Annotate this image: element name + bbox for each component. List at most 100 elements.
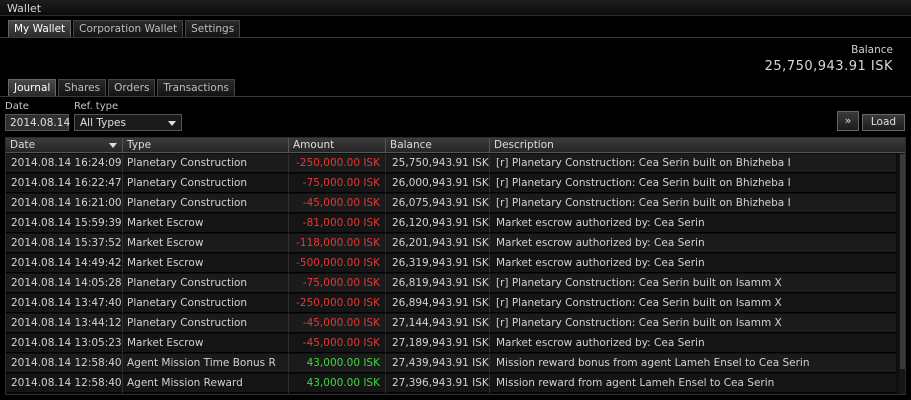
cell-amount: -81,000.00 ISK: [302, 217, 380, 229]
cell-description: [r] Planetary Construction: Cea Serin bu…: [496, 317, 782, 329]
tab-orders[interactable]: Orders: [108, 79, 156, 96]
cell-date: 2014.08.14 15:59:39: [11, 217, 122, 229]
column-separator: [385, 274, 386, 293]
ref-type-label: Ref. type: [74, 101, 119, 112]
cell-type: Planetary Construction: [127, 157, 248, 169]
column-separator: [385, 214, 386, 233]
cell-amount: -75,000.00 ISK: [302, 177, 380, 189]
cell-date: 2014.08.14 12:58:40: [11, 377, 122, 389]
column-separator: [122, 154, 123, 173]
table-row[interactable]: 2014.08.14 15:59:39 Market Escrow -81,000.…: [6, 214, 896, 233]
column-separator: [385, 334, 386, 353]
cell-description: [r] Planetary Construction: Cea Serin bu…: [496, 177, 791, 189]
table-row[interactable]: 2014.08.14 16:22:47 Planetary Constructio…: [6, 174, 896, 193]
column-separator: [385, 194, 386, 213]
table-row[interactable]: 2014.08.14 16:24:09 Planetary Constructio…: [6, 154, 896, 173]
sort-down-icon: [109, 143, 117, 148]
tab-my-wallet[interactable]: My Wallet: [8, 20, 72, 37]
cell-type: Planetary Construction: [127, 277, 248, 289]
tab-journal[interactable]: Journal: [8, 79, 57, 96]
date-field[interactable]: 2014.08.14: [5, 114, 70, 131]
cell-type: Market Escrow: [127, 237, 204, 249]
column-separator: [288, 194, 289, 213]
column-separator: [489, 214, 490, 233]
column-header-balance[interactable]: Balance: [385, 138, 489, 153]
cell-amount: -45,000.00 ISK: [302, 337, 380, 349]
column-separator: [489, 154, 490, 173]
load-button[interactable]: Load: [862, 114, 905, 131]
cell-balance: 25,750,943.91 ISK: [392, 157, 489, 169]
cell-balance: 26,000,943.91 ISK: [392, 177, 489, 189]
table-row[interactable]: 2014.08.14 14:05:28 Planetary Constructio…: [6, 274, 896, 293]
table-row[interactable]: 2014.08.14 12:58:40 Agent Mission Reward 4…: [6, 374, 896, 393]
cell-amount: -118,000.00 ISK: [296, 237, 380, 249]
cell-amount: -75,000.00 ISK: [302, 277, 380, 289]
table-row[interactable]: 2014.08.14 12:58:40 Agent Mission Time Bo…: [6, 354, 896, 373]
column-separator: [288, 354, 289, 373]
cell-date: 2014.08.14 15:37:52: [11, 237, 122, 249]
journal-tabs: Journal Shares Orders Transactions: [8, 79, 235, 96]
column-separator: [122, 294, 123, 313]
table-row[interactable]: 2014.08.14 16:21:00 Planetary Constructio…: [6, 194, 896, 213]
column-separator: [288, 254, 289, 273]
cell-balance: 27,396,943.91 ISK: [392, 377, 489, 389]
column-separator: [385, 314, 386, 333]
tab-corporation-wallet[interactable]: Corporation Wallet: [73, 20, 184, 37]
cell-type: Market Escrow: [127, 257, 204, 269]
cell-balance: 26,120,943.91 ISK: [392, 217, 489, 229]
scrollbar-thumb[interactable]: [900, 154, 905, 369]
column-header-amount[interactable]: Amount: [288, 138, 385, 153]
column-separator: [385, 294, 386, 313]
column-separator: [489, 254, 490, 273]
cell-date: 2014.08.14 13:44:12: [11, 317, 122, 329]
column-separator: [489, 374, 490, 393]
cell-amount: 43,000.00 ISK: [306, 377, 380, 389]
tab-divider: [0, 37, 911, 38]
column-separator: [385, 374, 386, 393]
cell-description: Market escrow authorized by: Cea Serin: [496, 257, 705, 269]
cell-balance: 26,319,943.91 ISK: [392, 257, 489, 269]
cell-date: 2014.08.14 12:58:40: [11, 357, 122, 369]
column-separator: [122, 334, 123, 353]
column-separator: [489, 354, 490, 373]
cell-balance: 26,894,943.91 ISK: [392, 297, 489, 309]
cell-description: Market escrow authorized by: Cea Serin: [496, 237, 705, 249]
column-separator: [489, 294, 490, 313]
date-filter-label: Date: [5, 101, 29, 112]
table-row[interactable]: 2014.08.14 13:05:23 Market Escrow -45,000.…: [6, 334, 896, 353]
column-separator: [288, 174, 289, 193]
cell-date: 2014.08.14 16:22:47: [11, 177, 122, 189]
cell-date: 2014.08.14 16:21:00: [11, 197, 122, 209]
cell-type: Market Escrow: [127, 217, 204, 229]
column-separator: [385, 174, 386, 193]
column-separator: [288, 214, 289, 233]
table-row[interactable]: 2014.08.14 14:49:42 Market Escrow -500,000…: [6, 254, 896, 273]
cell-amount: -45,000.00 ISK: [302, 197, 380, 209]
column-separator: [489, 174, 490, 193]
chevron-down-icon: [168, 121, 176, 126]
journal-table: Date Type Amount Balance Description 201…: [5, 137, 906, 395]
column-separator: [122, 354, 123, 373]
tab-shares[interactable]: Shares: [58, 79, 107, 96]
ref-type-select[interactable]: All Types: [74, 114, 182, 131]
cell-description: Market escrow authorized by: Cea Serin: [496, 217, 705, 229]
forward-button[interactable]: »: [837, 111, 859, 131]
column-header-description[interactable]: Description: [489, 138, 905, 153]
table-row[interactable]: 2014.08.14 13:44:12 Planetary Constructio…: [6, 314, 896, 333]
column-separator: [288, 374, 289, 393]
table-row[interactable]: 2014.08.14 15:37:52 Market Escrow -118,000…: [6, 234, 896, 253]
cell-description: [r] Planetary Construction: Cea Serin bu…: [496, 277, 782, 289]
column-separator: [122, 274, 123, 293]
column-header-type[interactable]: Type: [122, 138, 288, 153]
balance-block: Balance 25,750,943.91 ISK: [765, 44, 893, 74]
table-scrollbar[interactable]: [899, 154, 905, 394]
cell-description: Mission reward from agent Lameh Ensel to…: [496, 377, 775, 389]
subtab-divider: [0, 96, 911, 97]
column-header-date[interactable]: Date: [6, 138, 122, 153]
tab-settings[interactable]: Settings: [185, 20, 241, 37]
column-separator: [122, 234, 123, 253]
column-header-date-label: Date: [10, 139, 36, 151]
table-row[interactable]: 2014.08.14 13:47:40 Planetary Constructio…: [6, 294, 896, 313]
cell-description: Market escrow authorized by: Cea Serin: [496, 337, 705, 349]
tab-transactions[interactable]: Transactions: [157, 79, 235, 96]
